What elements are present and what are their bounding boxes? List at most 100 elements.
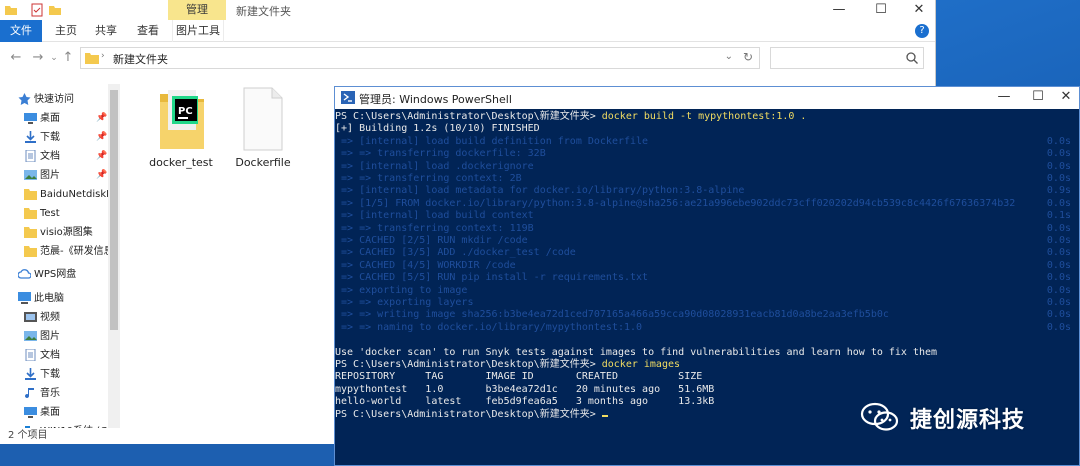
sidebar-item[interactable]: 此电脑 xyxy=(0,289,110,308)
tab-view[interactable]: 查看 xyxy=(134,20,162,42)
sidebar-item[interactable]: 文档 xyxy=(0,346,110,365)
new-folder-icon[interactable] xyxy=(48,3,62,17)
step-duration: 0.0s xyxy=(1046,235,1071,246)
search-icon[interactable] xyxy=(905,51,919,65)
terminal-line: => CACHED [5/5] RUN pip install -r requi… xyxy=(335,272,648,284)
folder-icon xyxy=(85,53,99,64)
address-row: ← → ⌄ ↑ › 新建文件夹 ⌄ ↻ xyxy=(0,43,935,73)
sidebar-item[interactable]: 快速访问 xyxy=(0,90,110,109)
breadcrumb-separator-icon: › xyxy=(101,51,105,61)
terminal-line: => CACHED [4/5] WORKDIR /code xyxy=(335,260,516,272)
document-icon xyxy=(25,150,36,162)
close-button[interactable]: ✕ xyxy=(1051,87,1080,107)
navigation-pane: 快速访问 桌面 📌 下载 📌 文档 📌 图片 📌 BaiduNetdiskD Test visio源图… xyxy=(0,84,120,437)
terminal-line: => [internal] load .dockerignore xyxy=(335,161,534,173)
folder-icon xyxy=(24,227,37,238)
step-duration: 0.0s xyxy=(1046,135,1071,147)
manage-context-tab[interactable]: 管理 xyxy=(168,0,226,20)
step-duration: 0.0s xyxy=(1046,259,1071,271)
sidebar-item-label: 文档 xyxy=(40,151,60,162)
terminal-line-text: => CACHED [4/5] WORKDIR /code xyxy=(335,259,516,271)
sidebar-item[interactable]: 视频 xyxy=(0,308,110,327)
window-title: 新建文件夹 xyxy=(236,5,291,18)
sidebar-item[interactable]: visio源图集 xyxy=(0,223,110,242)
search-input[interactable] xyxy=(770,47,924,69)
terminal-line-text: Use 'docker scan' to run Snyk tests agai… xyxy=(335,346,938,358)
terminal-line: => => transferring dockerfile: 32B xyxy=(335,148,546,160)
sidebar-item[interactable]: 下载 xyxy=(0,365,110,384)
folder-icon xyxy=(24,189,37,200)
file-name: Dockerfile xyxy=(235,156,291,169)
watermark-text: 捷创源科技 xyxy=(910,408,1026,433)
terminal-command: docker images xyxy=(601,359,681,370)
folder-icon[interactable] xyxy=(4,3,18,17)
terminal-line-text: [+] Building 1.2s (10/10) FINISHED xyxy=(335,123,540,135)
navigation-scrollbar[interactable] xyxy=(108,84,120,428)
terminal-line-text: => => transferring dockerfile: 32B xyxy=(335,148,546,160)
file-item-dockerfile[interactable]: Dockerfile xyxy=(218,84,308,184)
pin-icon[interactable]: 📌 xyxy=(96,128,107,147)
sidebar-item[interactable]: BaiduNetdiskD xyxy=(0,185,110,204)
step-duration: 0.0s xyxy=(1046,309,1071,321)
address-bar[interactable]: › 新建文件夹 ⌄ ↻ xyxy=(80,47,760,69)
chevron-down-icon[interactable]: ⌄ xyxy=(725,51,733,62)
sidebar-item[interactable]: 桌面 xyxy=(0,403,110,422)
ribbon-tabs: 文件 主页 共享 查看 图片工具 xyxy=(0,20,935,42)
address-text: 新建文件夹 xyxy=(113,53,168,66)
help-icon[interactable]: ? xyxy=(915,24,929,38)
terminal-line: => [1/5] FROM docker.io/library/python:3… xyxy=(335,198,1015,210)
terminal-line: Use 'docker scan' to run Snyk tests agai… xyxy=(335,347,937,359)
terminal-line: => [internal] load metadata for docker.i… xyxy=(335,185,744,197)
tab-home[interactable]: 主页 xyxy=(52,20,80,42)
terminal-line: => [internal] load build definition from… xyxy=(335,136,648,148)
folder-item-docker-test[interactable]: PC docker_test xyxy=(136,84,226,184)
sidebar-item-label: 图片 xyxy=(40,170,60,181)
minimize-button[interactable]: — xyxy=(989,87,1019,107)
properties-icon[interactable] xyxy=(30,3,44,17)
sidebar-item-label: visio源图集 xyxy=(40,227,93,238)
desktop-icon xyxy=(24,407,37,418)
tab-share[interactable]: 共享 xyxy=(92,20,120,42)
folder-icon xyxy=(24,246,37,257)
terminal-line-text: => [internal] load .dockerignore xyxy=(335,160,534,172)
pin-icon[interactable]: 📌 xyxy=(96,109,107,128)
terminal-line: => => transferring context: 119B xyxy=(335,223,534,235)
sidebar-item[interactable]: 文档 📌 xyxy=(0,147,110,166)
tab-picture-tools[interactable]: 图片工具 xyxy=(172,20,224,42)
maximize-button[interactable]: ☐ xyxy=(866,0,896,20)
sidebar-item[interactable]: 图片 📌 xyxy=(0,166,110,185)
video-icon xyxy=(24,312,37,322)
step-duration: 0.9s xyxy=(1046,185,1071,197)
step-duration: 0.1s xyxy=(1046,210,1071,222)
sidebar-item-label: 下载 xyxy=(40,369,60,380)
pin-icon[interactable]: 📌 xyxy=(96,147,107,166)
terminal-line: [+] Building 1.2s (10/10) FINISHED xyxy=(335,123,540,135)
minimize-button[interactable]: — xyxy=(824,0,854,20)
terminal-line-text: mypythontest 1.0 b3be4ea72d1c 20 minutes… xyxy=(335,383,715,395)
picture-icon xyxy=(24,170,37,180)
terminal-line: PS C:\Users\Administrator\Desktop\新建文件夹>… xyxy=(335,111,806,123)
up-arrow-icon[interactable]: ↑ xyxy=(60,50,76,66)
taskbar xyxy=(0,444,334,466)
refresh-icon[interactable]: ↻ xyxy=(743,50,753,64)
sidebar-item-label: 文档 xyxy=(40,350,60,361)
terminal-line-text: REPOSITORY TAG IMAGE ID CREATED SIZE xyxy=(335,371,703,383)
maximize-button[interactable]: ☐ xyxy=(1023,87,1053,107)
sidebar-item[interactable]: WPS网盘 xyxy=(0,265,110,284)
terminal-line: PS C:\Users\Administrator\Desktop\新建文件夹> xyxy=(335,409,608,421)
sidebar-item-label: 视频 xyxy=(40,312,60,323)
back-arrow-icon[interactable]: ← xyxy=(8,50,24,66)
step-duration: 0.0s xyxy=(1046,272,1071,284)
sidebar-item[interactable]: 下载 📌 xyxy=(0,128,110,147)
scrollbar-thumb[interactable] xyxy=(110,90,118,330)
sidebar-item[interactable]: Test xyxy=(0,204,110,223)
terminal-line-text: => => exporting layers xyxy=(335,297,474,308)
pin-icon[interactable]: 📌 xyxy=(96,166,107,185)
sidebar-item[interactable]: 桌面 📌 xyxy=(0,109,110,128)
close-button[interactable]: ✕ xyxy=(904,0,934,20)
forward-arrow-icon[interactable]: → xyxy=(30,50,46,66)
sidebar-item[interactable]: 图片 xyxy=(0,327,110,346)
sidebar-item[interactable]: 范晨-《研发信息 xyxy=(0,242,110,261)
sidebar-item[interactable]: 音乐 xyxy=(0,384,110,403)
tab-file[interactable]: 文件 xyxy=(0,20,42,42)
